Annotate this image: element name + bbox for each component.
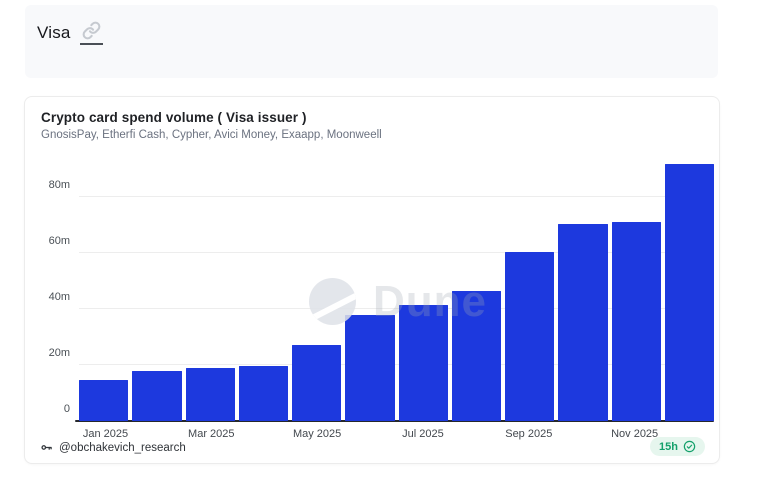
footer-author-row: @obchakevich_research <box>40 441 186 454</box>
y-tick-label: 60m <box>49 235 70 247</box>
chart-title: Crypto card spend volume ( Visa issuer ) <box>41 110 307 125</box>
key-icon <box>40 441 53 454</box>
page-title: Visa <box>37 23 71 43</box>
chart-subtitle: GnosisPay, Etherfi Cash, Cypher, Avici M… <box>41 129 382 141</box>
bar-apr-2025[interactable] <box>239 366 288 421</box>
bar-jul-2025[interactable] <box>399 305 448 421</box>
y-tick-label: 20m <box>49 347 70 359</box>
bar-sep-2025[interactable] <box>505 252 554 421</box>
link-icon[interactable] <box>80 21 103 45</box>
header-row: Visa <box>25 5 718 45</box>
bar-oct-2025[interactable] <box>558 224 607 421</box>
bar-jan-2025[interactable] <box>79 380 128 421</box>
bar-dec-2025[interactable] <box>665 164 714 421</box>
author-handle[interactable]: @obchakevich_research <box>59 442 186 454</box>
badge-time-label: 15h <box>659 441 678 453</box>
bar-aug-2025[interactable] <box>452 291 501 421</box>
y-tick-label: 40m <box>49 291 70 303</box>
y-tick-label: 80m <box>49 179 70 191</box>
card-footer: @obchakevich_research 15h <box>25 431 719 463</box>
y-tick-label: 0 <box>64 403 70 415</box>
bar-series <box>79 151 714 421</box>
bar-feb-2025[interactable] <box>132 371 181 421</box>
chart-card: Crypto card spend volume ( Visa issuer )… <box>24 96 720 464</box>
bar-chart-plot: 020m40m60m80m Jan 2025Mar 2025May 2025Ju… <box>79 151 714 421</box>
bar-may-2025[interactable] <box>292 345 341 421</box>
bar-nov-2025[interactable] <box>612 222 661 421</box>
header-band: Visa <box>25 5 718 78</box>
check-circle-icon <box>683 440 696 453</box>
bar-jun-2025[interactable] <box>345 315 394 421</box>
bar-mar-2025[interactable] <box>186 368 235 421</box>
refresh-status-badge[interactable]: 15h <box>650 437 705 456</box>
